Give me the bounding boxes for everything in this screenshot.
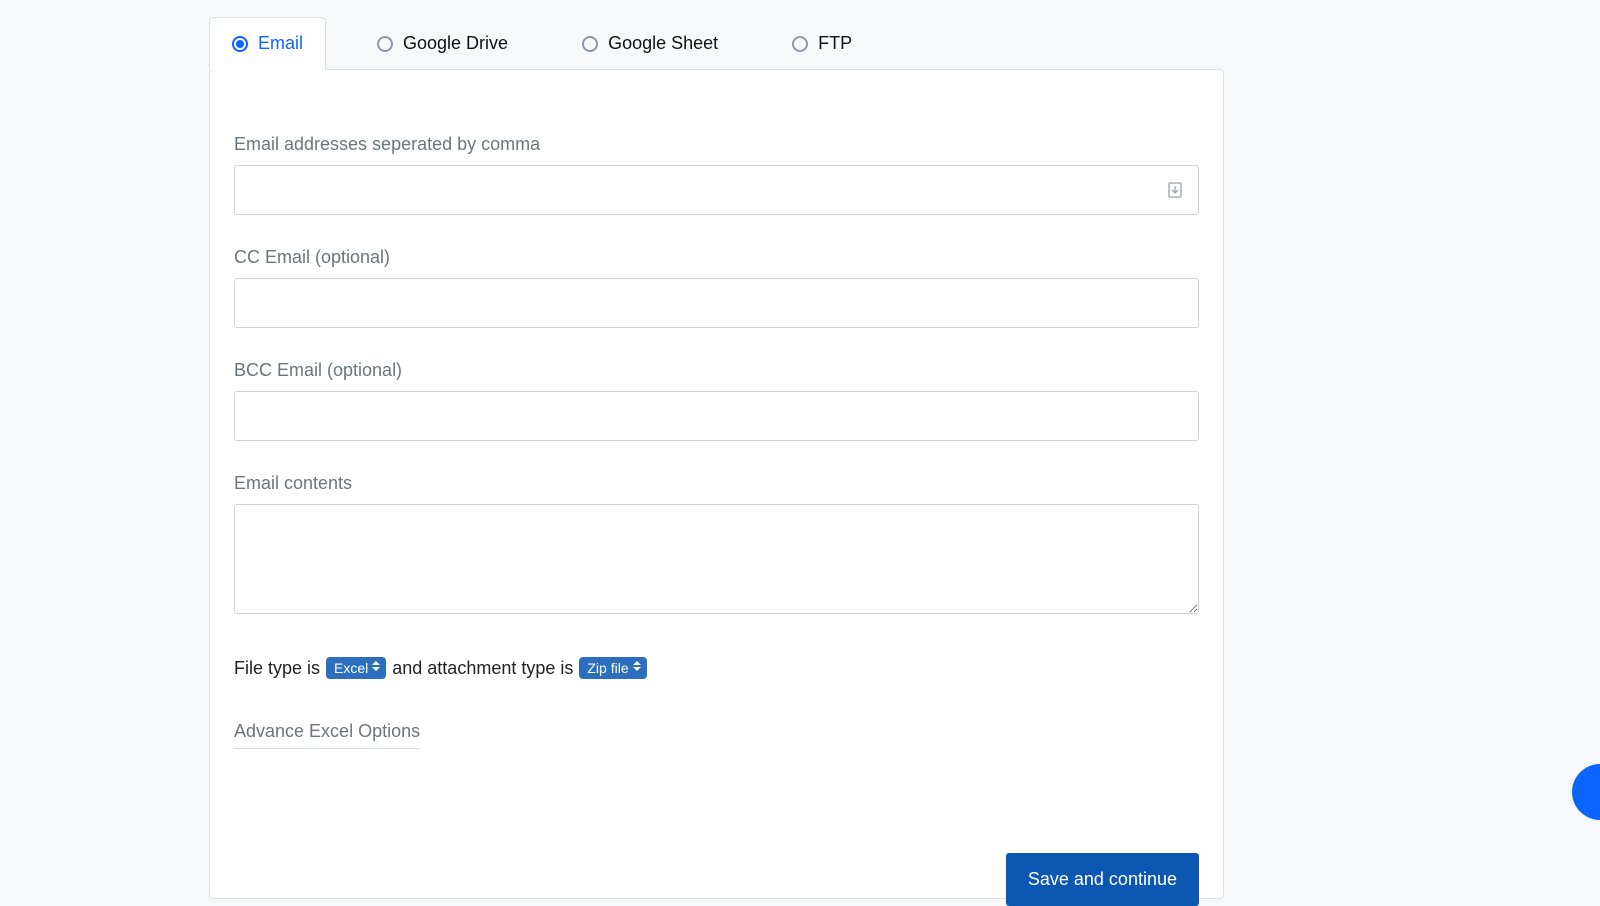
help-bubble[interactable] [1572,764,1600,820]
bcc-email-input[interactable] [234,391,1199,441]
delivery-tabbar: Email Google Drive Google Sheet FTP [209,17,1224,69]
radio-icon [792,36,808,52]
advance-excel-options-link[interactable]: Advance Excel Options [234,721,420,749]
tab-label: Email [258,33,303,54]
tab-ftp[interactable]: FTP [769,17,875,69]
radio-icon [582,36,598,52]
tab-google-drive[interactable]: Google Drive [354,17,531,69]
tab-label: Google Drive [403,33,508,54]
save-and-continue-button[interactable]: Save and continue [1006,853,1199,906]
file-type-value: Excel [334,659,368,677]
email-delivery-form: Email addresses seperated by comma CC Em… [209,69,1224,899]
cc-email-input[interactable] [234,278,1199,328]
cc-email-label: CC Email (optional) [234,247,1199,268]
radio-icon [377,36,393,52]
contacts-icon [1167,182,1183,198]
email-contents-label: Email contents [234,473,1199,494]
delivery-panel: Email Google Drive Google Sheet FTP Emai… [209,17,1224,899]
tab-label: Google Sheet [608,33,718,54]
attachment-type-value: Zip file [587,659,628,677]
radio-icon [232,36,248,52]
file-type-sentence: File type is Excel and attachment type i… [234,657,1199,679]
email-addresses-label: Email addresses seperated by comma [234,134,1199,155]
tab-google-sheet[interactable]: Google Sheet [559,17,741,69]
bcc-email-label: BCC Email (optional) [234,360,1199,381]
email-contents-textarea[interactable] [234,504,1199,614]
file-type-select[interactable]: Excel [326,657,386,679]
tab-email[interactable]: Email [209,17,326,69]
tab-label: FTP [818,33,852,54]
sentence-text: File type is [234,658,320,679]
sentence-text: and attachment type is [392,658,573,679]
email-addresses-input[interactable] [234,165,1199,215]
attachment-type-select[interactable]: Zip file [579,657,646,679]
